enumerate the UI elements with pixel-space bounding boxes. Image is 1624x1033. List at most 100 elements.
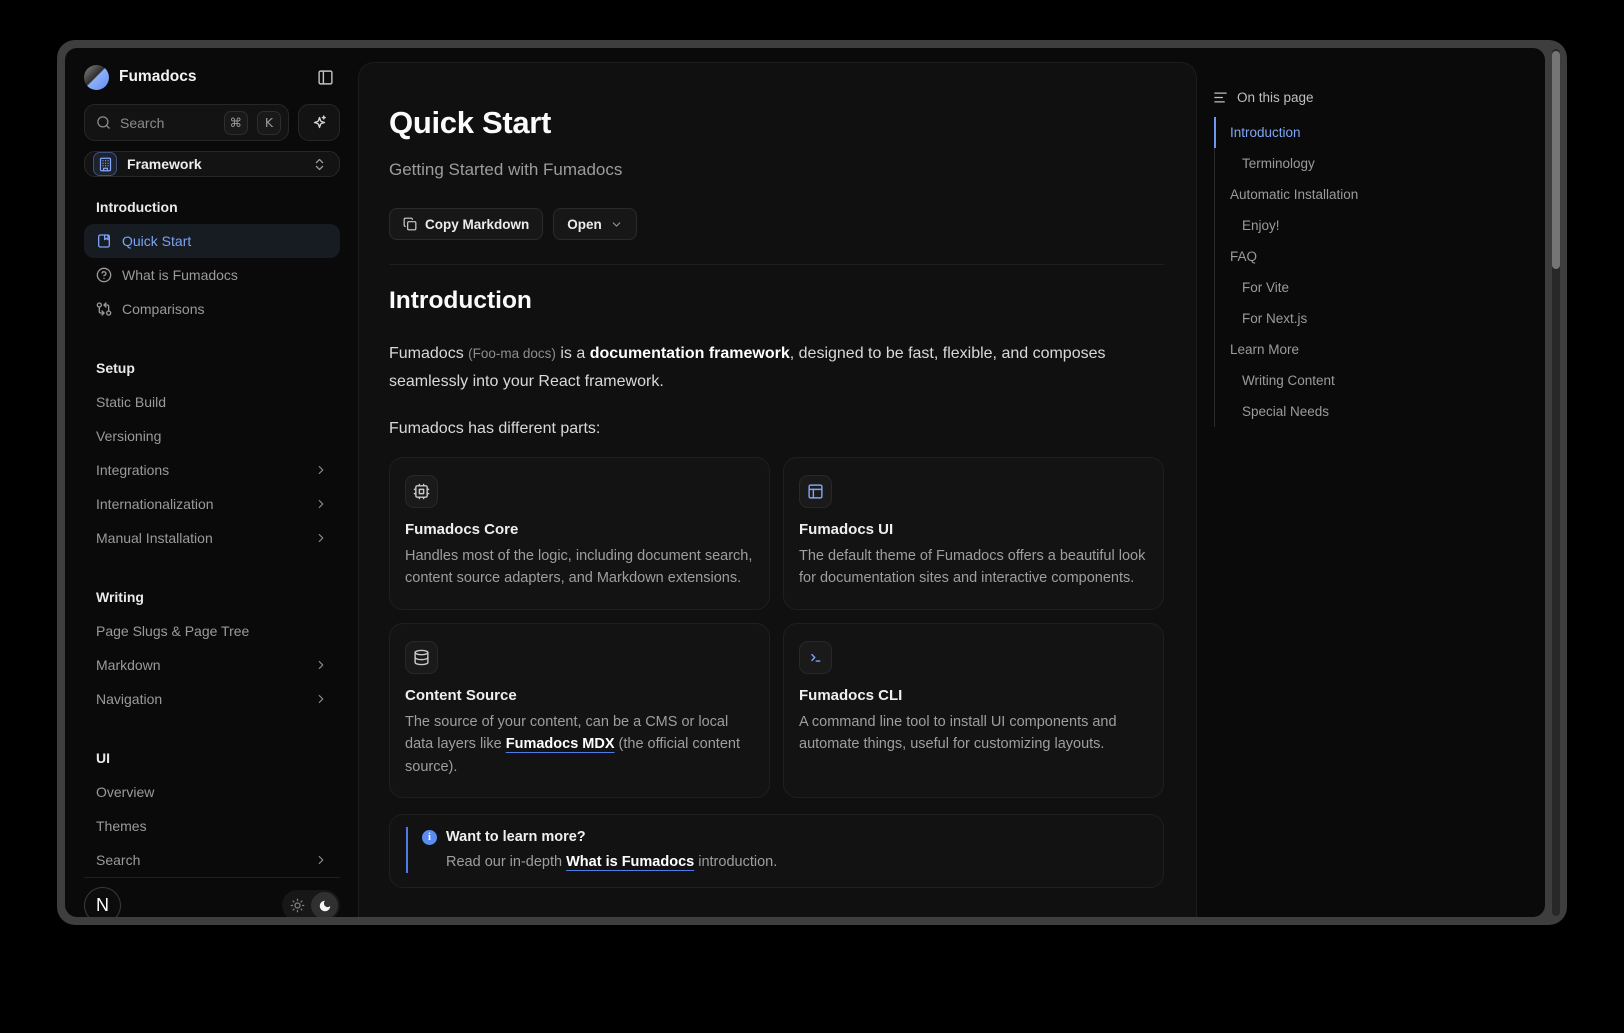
sidebar-item-overview[interactable]: Overview [84,775,340,809]
window-scrollbar-track[interactable] [1552,49,1560,916]
app-surface: Fumadocs Search ⌘ K [65,48,1545,917]
callout-header: i Want to learn more? [422,829,1147,845]
book-icon [96,233,112,249]
search-input[interactable]: Search ⌘ K [84,104,289,141]
light-theme-button[interactable] [284,892,311,917]
sidebar-item-navigation[interactable]: Navigation [84,682,340,716]
git-compare-icon [96,301,112,317]
card-description: The default theme of Fumadocs offers a b… [799,545,1148,590]
introduction-paragraph: Fumadocs (Foo-ma docs) is a documentatio… [389,340,1164,395]
content-divider [389,264,1164,265]
toc-item-for-nextjs[interactable]: For Next.js [1214,303,1535,334]
toc-item-enjoy[interactable]: Enjoy! [1214,210,1535,241]
toc-item-label: Automatic Installation [1230,187,1358,202]
theme-toggle [282,890,340,917]
main-content: Quick Start Getting Started with Fumadoc… [358,62,1197,917]
toc-item-for-vite[interactable]: For Vite [1214,272,1535,303]
fumadocs-mdx-link[interactable]: Fumadocs MDX [506,736,615,752]
window-scrollbar-thumb[interactable] [1552,51,1560,269]
sparkles-icon [311,114,328,131]
sidebar-item-internationalization[interactable]: Internationalization [84,487,340,521]
sidebar-item-label: Search [96,852,140,868]
toc-item-label: Writing Content [1242,373,1335,388]
sidebar-item-label: Themes [96,818,147,834]
card-title: Fumadocs CLI [799,687,1148,704]
sidebar-item-label: Page Slugs & Page Tree [96,623,249,639]
sidebar-item-label: What is Fumadocs [122,267,238,283]
cpu-icon [405,475,438,508]
chevron-right-icon [314,658,328,672]
nav-group-header-setup: Setup [84,352,340,385]
sidebar-item-markdown[interactable]: Markdown [84,648,340,682]
sidebar-item-manual-installation[interactable]: Manual Installation [84,521,340,555]
card-title: Content Source [405,687,754,704]
framework-selector-label: Framework [127,156,302,172]
search-icon [96,115,111,130]
chevron-right-icon [314,531,328,545]
kbd-k: K [257,111,281,135]
card-fumadocs-cli[interactable]: Fumadocs CLI A command line tool to inst… [783,623,1164,799]
nextjs-logo-letter: N [96,895,109,916]
sidebar-item-search[interactable]: Search [84,843,340,877]
sidebar-toggle-button[interactable] [310,62,340,92]
open-button[interactable]: Open [553,208,637,240]
sidebar-item-label: Overview [96,784,154,800]
info-icon: i [422,830,437,845]
sun-icon [290,898,305,913]
dark-theme-button[interactable] [311,892,338,917]
toc-item-terminology[interactable]: Terminology [1214,148,1535,179]
sidebar-item-versioning[interactable]: Versioning [84,419,340,453]
sidebar-item-comparisons[interactable]: Comparisons [84,292,340,326]
what-is-fumadocs-link[interactable]: What is Fumadocs [566,854,694,870]
database-icon [405,641,438,674]
copy-icon [403,217,417,231]
toc-item-learn-more[interactable]: Learn More [1214,334,1535,365]
chevrons-up-down-icon [312,157,327,172]
fumadocs-logo [84,65,109,90]
toc-item-label: Introduction [1230,125,1301,140]
callout-body: Read our in-depth What is Fumadocs intro… [422,854,1147,870]
sidebar-item-quick-start[interactable]: Quick Start [84,224,340,258]
sidebar-item-static-build[interactable]: Static Build [84,385,340,419]
callout-body-post: introduction. [694,854,777,870]
toc-item-label: Special Needs [1242,404,1329,419]
sidebar-item-what-is-fumadocs[interactable]: What is Fumadocs [84,258,340,292]
sidebar-item-integrations[interactable]: Integrations [84,453,340,487]
table-of-contents: On this page Introduction Terminology Au… [1197,48,1545,917]
nav-group-header-introduction: Introduction [84,191,340,224]
sidebar-item-page-slugs[interactable]: Page Slugs & Page Tree [84,614,340,648]
intro-bold-text: documentation framework [590,345,790,362]
card-content-source[interactable]: Content Source The source of your conten… [389,623,770,799]
card-description: A command line tool to install UI compon… [799,711,1148,756]
card-fumadocs-core[interactable]: Fumadocs Core Handles most of the logic,… [389,457,770,610]
intro-pronunciation: (Foo-ma docs) [468,346,556,361]
sidebar-item-themes[interactable]: Themes [84,809,340,843]
introduction-heading: Introduction [389,287,1164,315]
toc-item-automatic-installation[interactable]: Automatic Installation [1214,179,1535,210]
parts-paragraph: Fumadocs has different parts: [389,415,1164,443]
sidebar-header: Fumadocs [84,62,340,92]
copy-markdown-button[interactable]: Copy Markdown [389,208,543,240]
card-fumadocs-ui[interactable]: Fumadocs UI The default theme of Fumadoc… [783,457,1164,610]
toc-item-label: For Vite [1242,280,1289,295]
chevron-right-icon [314,853,328,867]
toc-title: On this page [1237,90,1314,105]
nextjs-logo[interactable]: N [84,887,121,917]
intro-mid-text: is a [556,345,590,362]
toc-item-introduction[interactable]: Introduction [1214,117,1535,148]
toc-item-special-needs[interactable]: Special Needs [1214,396,1535,427]
chevron-down-icon [610,218,623,231]
kbd-cmd: ⌘ [224,111,249,135]
sidebar-item-label: Quick Start [122,233,191,249]
intro-brand-text: Fumadocs [389,345,468,362]
card-title: Fumadocs Core [405,521,754,538]
sidebar: Fumadocs Search ⌘ K [65,48,353,917]
framework-selector[interactable]: Framework [84,151,340,177]
toc-item-writing-content[interactable]: Writing Content [1214,365,1535,396]
page-actions: Copy Markdown Open [389,208,1164,240]
ai-search-button[interactable] [298,104,340,141]
toc-item-faq[interactable]: FAQ [1214,241,1535,272]
sidebar-item-label: Manual Installation [96,530,213,546]
toc-header: On this page [1213,90,1535,105]
align-left-icon [1213,90,1228,105]
